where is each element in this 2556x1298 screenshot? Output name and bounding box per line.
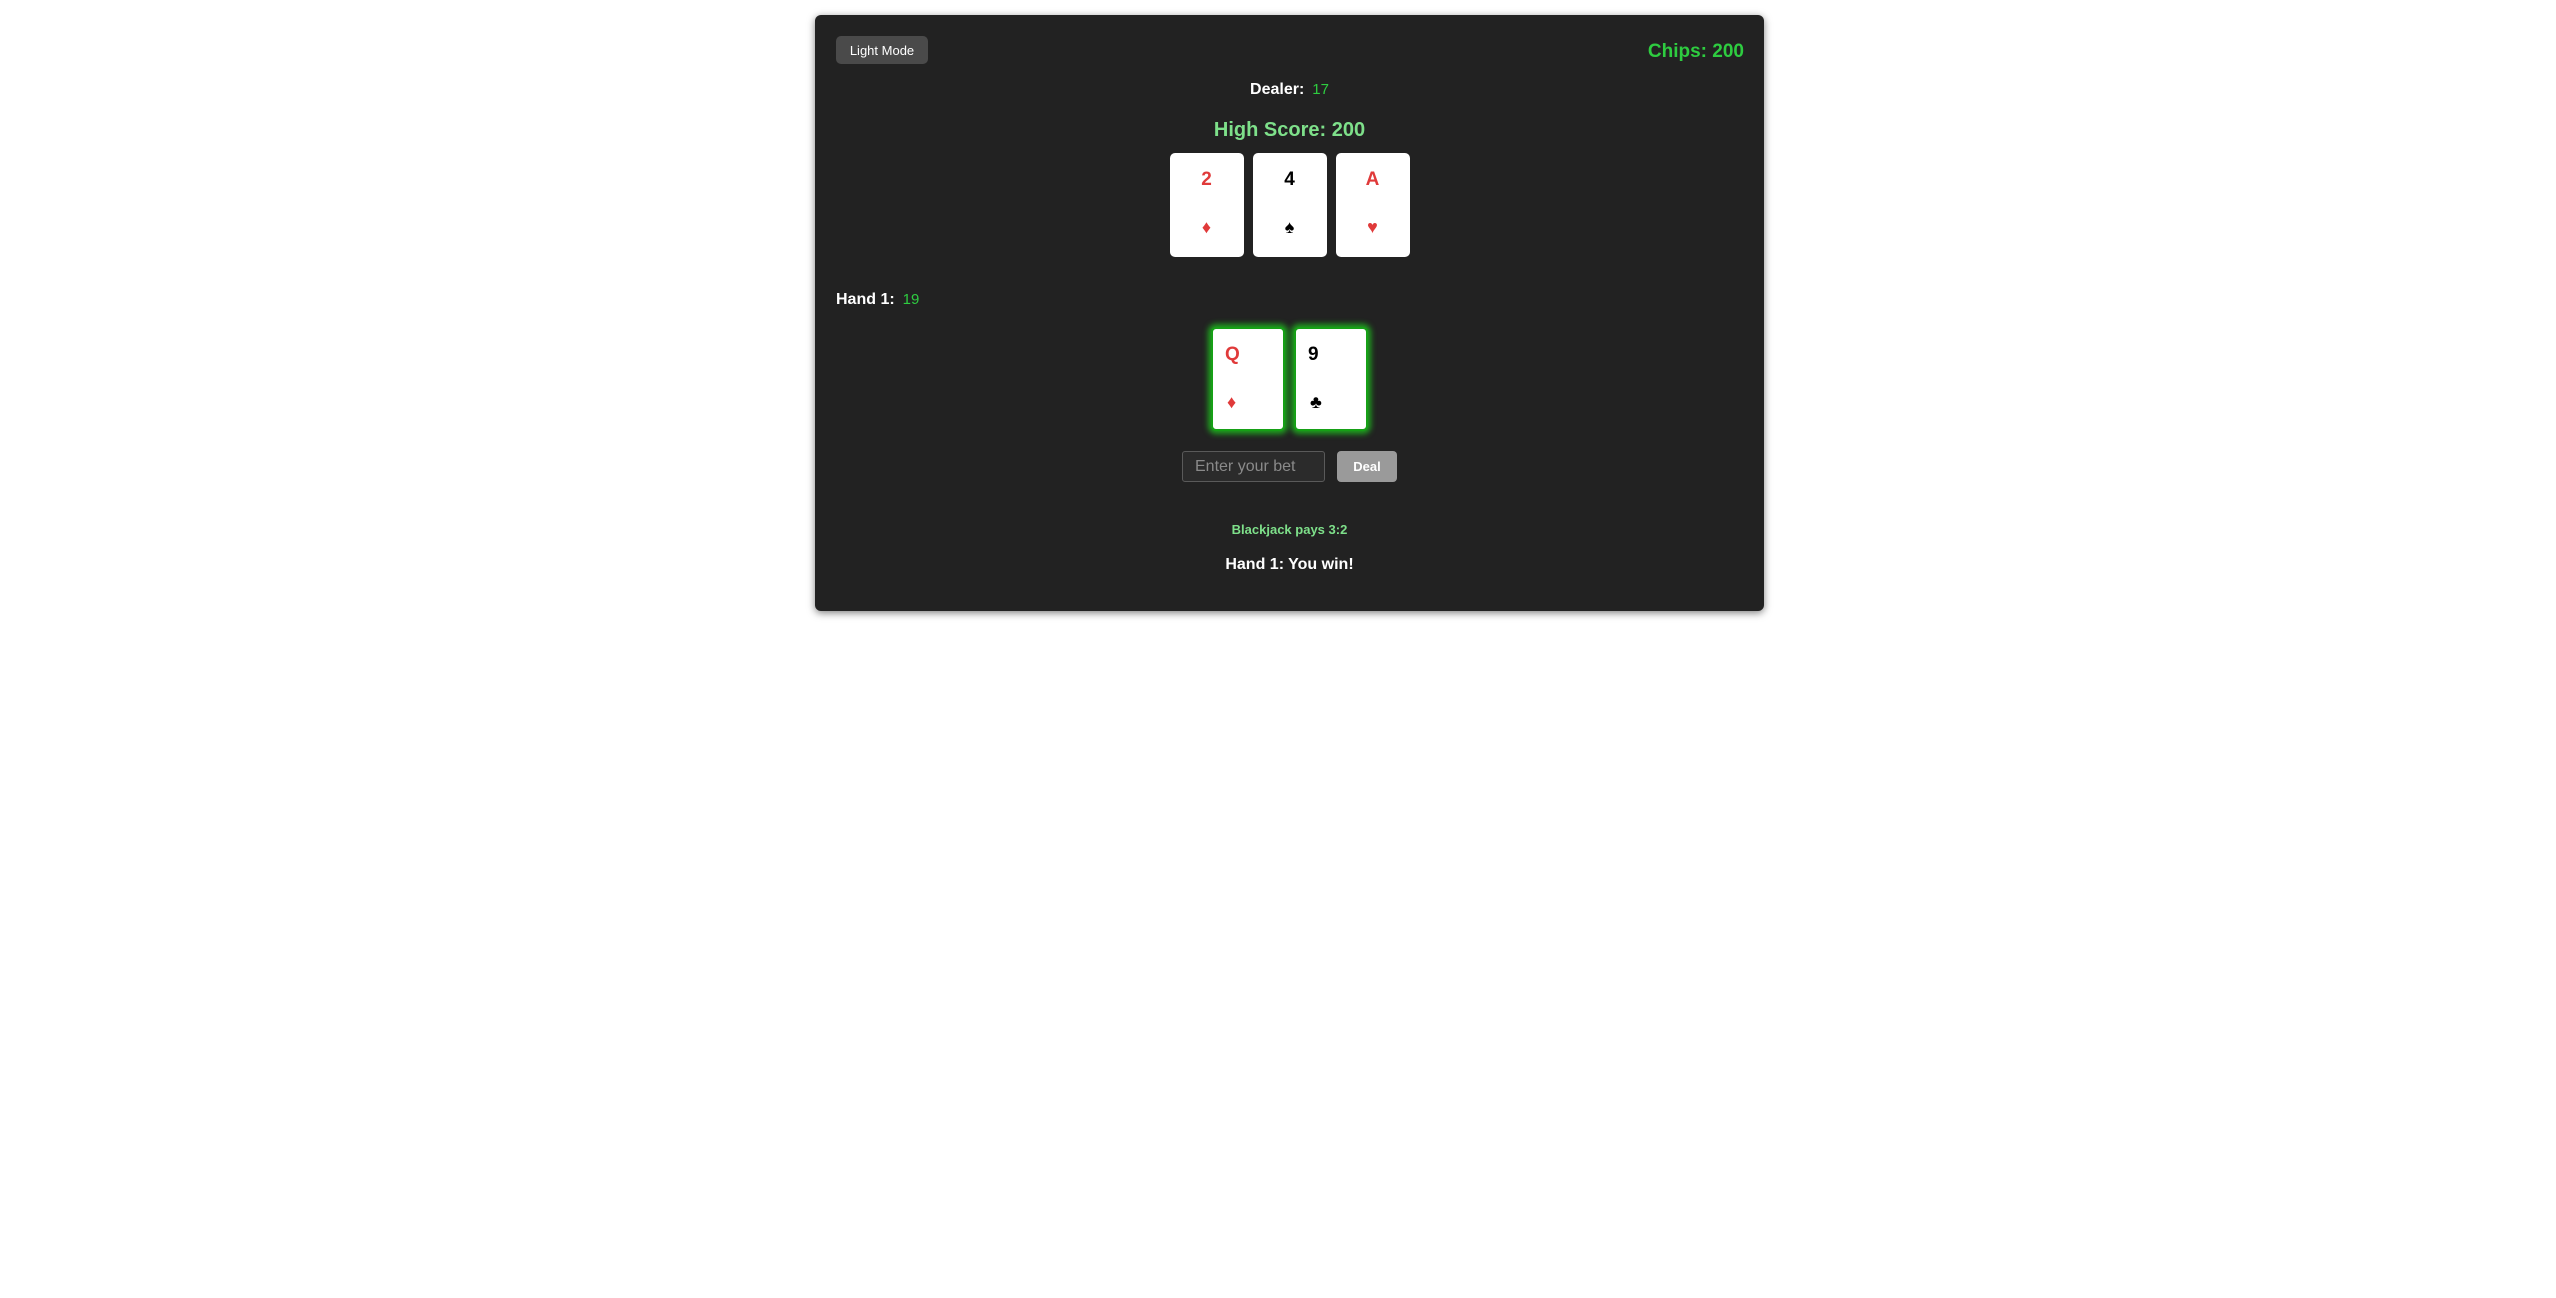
player-card: Q ♦ [1211,327,1285,431]
dealer-score: 17 [1312,81,1329,98]
chips-count: Chips: 200 [1647,41,1744,62]
card-rank: Q [1225,344,1240,365]
card-rank: A [1365,169,1380,190]
hand-score-row: Hand 1: 19 [836,291,919,309]
bet-input[interactable] [1182,451,1325,482]
card-rank: 4 [1284,169,1295,190]
deal-button[interactable]: Deal [1337,451,1397,482]
player-hand-cards: Q ♦ 9 ♣ [815,327,1764,431]
player-card: 9 ♣ [1294,327,1368,431]
spade-suit-icon: ♠ [1284,217,1295,237]
diamond-suit-icon: ♦ [1201,217,1212,237]
light-mode-toggle[interactable]: Light Mode [836,36,928,64]
dealer-score-row: Dealer: 17 [815,81,1764,99]
dealer-card: A ♥ [1335,153,1410,257]
high-score: High Score: 200 [1213,119,1366,141]
heart-suit-icon: ♥ [1367,217,1378,237]
dealer-card: 2 ♦ [1169,153,1244,257]
dealer-card: 4 ♠ [1252,153,1327,257]
diamond-suit-icon: ♦ [1227,392,1237,412]
dealer-label: Dealer: [1250,81,1305,98]
hand-label: Hand 1: [836,291,895,308]
dealer-cards: 2 ♦ 4 ♠ A ♥ [815,153,1764,257]
card-rank: 9 [1308,344,1319,365]
bet-controls: Deal [815,451,1764,482]
payout-info: Blackjack pays 3:2 [1231,522,1348,537]
game-table: Light Mode Chips: 200 Dealer: 17 High Sco… [815,15,1764,611]
club-suit-icon: ♣ [1310,392,1322,412]
hand-score: 19 [902,291,920,308]
result-message: Hand 1: You win! [1225,556,1354,573]
card-rank: 2 [1201,169,1212,190]
